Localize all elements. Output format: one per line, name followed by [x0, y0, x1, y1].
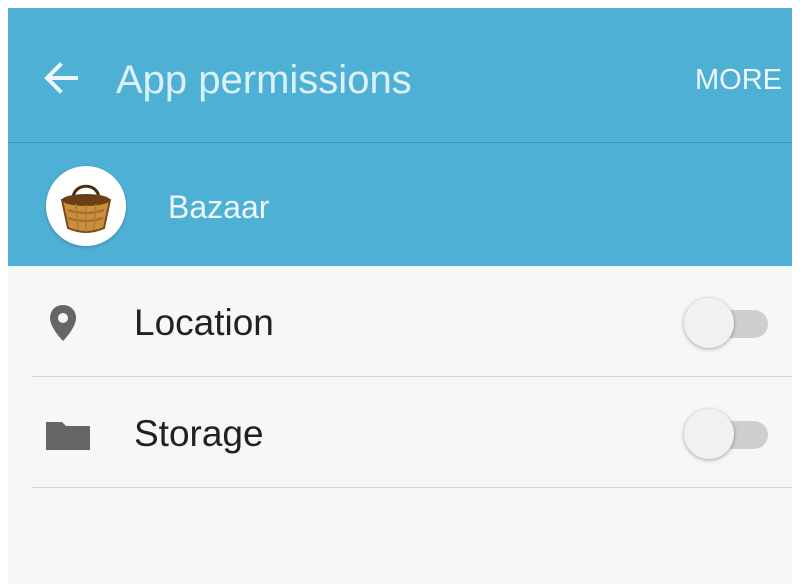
page-title: App permissions [116, 58, 412, 102]
toggle-thumb [684, 409, 734, 459]
toggle-thumb [684, 298, 734, 348]
app-permissions-screen: App permissions MORE Bazaar Location Sto… [8, 8, 792, 584]
permission-row-storage[interactable]: Storage [8, 377, 792, 487]
storage-toggle[interactable] [684, 409, 770, 463]
folder-icon [46, 414, 90, 454]
toolbar: App permissions MORE [8, 8, 792, 143]
location-toggle[interactable] [684, 298, 770, 352]
arrow-left-icon[interactable] [40, 58, 80, 98]
basket-icon [46, 166, 126, 246]
app-header: Bazaar [8, 143, 792, 266]
permission-label: Location [134, 302, 274, 343]
more-button[interactable]: MORE [695, 62, 782, 98]
app-name: Bazaar [168, 189, 270, 225]
location-pin-icon [46, 303, 80, 343]
permission-label: Storage [134, 413, 264, 454]
permission-row-location[interactable]: Location [8, 266, 792, 376]
divider [32, 487, 792, 488]
